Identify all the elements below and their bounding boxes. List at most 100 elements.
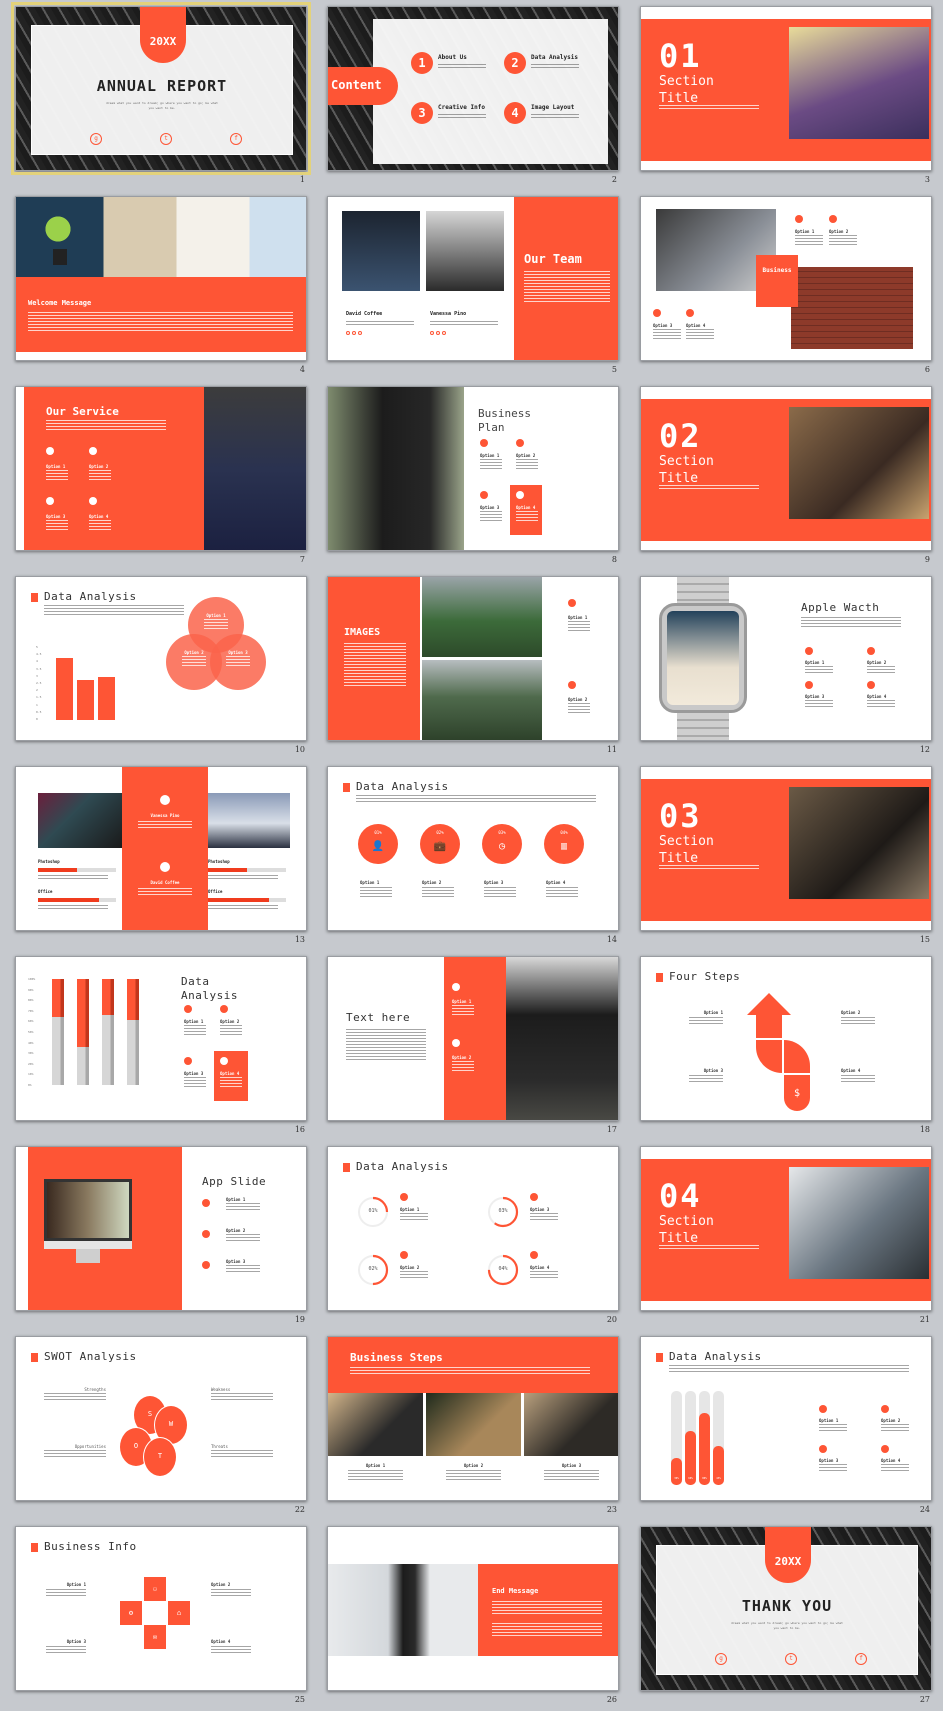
section-photo (789, 787, 929, 899)
photo-brick (791, 267, 913, 349)
slide-thumbnail-11[interactable]: IMAGES Option 1 Option 2 11 (327, 576, 619, 766)
slide-thumbnail-24[interactable]: Data Analysis 30% 60% 80% 43% Option 1 Option … (640, 1336, 932, 1526)
slide-thumbnail-25[interactable]: Business Info ⚇ ⚙ ⌂ ✉ Option 1 Option 2 Option … (15, 1526, 307, 1711)
slide-canvas[interactable]: Data Analysis 30% 60% 80% 43% Option 1 Option … (640, 1336, 932, 1501)
facebook-icon[interactable]: f (230, 133, 242, 145)
slide-canvas[interactable]: Business Info ⚇ ⚙ ⌂ ✉ Option 1 Option 2 Option … (15, 1526, 307, 1691)
body-text (530, 1213, 558, 1222)
four-steps-diagram: $ (747, 993, 810, 1111)
slide-thumbnail-16[interactable]: 0% 10% 20% 30% 40% 50% 60% 70% 80% 90% 100% Data An… (15, 956, 307, 1146)
slide-thumbnail-18[interactable]: Four Steps $ Option 1 Option 2 Option 3 Opti… (640, 956, 932, 1146)
slide-canvas[interactable]: Data Analysis 01% Option 1 03% Option 3 02… (327, 1146, 619, 1311)
option-label: Option 2 (568, 697, 588, 702)
ring-label: 01% (368, 1208, 378, 1214)
twitter-icon[interactable]: t (160, 133, 172, 145)
slide-thumbnail-26[interactable]: End Message 26 (327, 1526, 619, 1711)
body-text (360, 887, 392, 899)
slide-thumbnail-9[interactable]: 02 Section Title 9 (640, 386, 932, 576)
slide-canvas[interactable]: Content 1 About Us 2 Data Analysis 3 Creative … (327, 6, 619, 171)
slide-canvas[interactable]: SWOT Analysis S W O T Strengths Weakness Opport… (15, 1336, 307, 1501)
slide-canvas[interactable]: Welcome Message (15, 196, 307, 361)
slide-canvas[interactable]: Text here Option 1 Option 2 (327, 956, 619, 1121)
slide-canvas[interactable]: 20XX ANNUAL REPORT dream what you want to … (11, 2, 311, 175)
slide-canvas[interactable]: 01 Section Title (640, 6, 932, 171)
slide-canvas[interactable]: Four Steps $ Option 1 Option 2 Option 3 Opti… (640, 956, 932, 1121)
slide-thumbnail-1[interactable]: 20XX ANNUAL REPORT dream what you want to … (11, 2, 311, 196)
slide-thumbnail-12[interactable]: Apple Wacth Option 1 Option 2 Option 3 Optio… (640, 576, 932, 766)
body-text (492, 1623, 602, 1638)
skill-bar-track (208, 868, 286, 872)
skill-bar-track (38, 868, 116, 872)
social-icon[interactable] (436, 331, 440, 335)
slide-thumbnail-2[interactable]: Content 1 About Us 2 Data Analysis 3 Creative … (327, 6, 619, 196)
slide-thumbnail-19[interactable]: App Slide Option 1 Option 2 Option 3 19 (15, 1146, 307, 1336)
slide-thumbnail-3[interactable]: 01 Section Title 3 (640, 6, 932, 196)
photo-right (208, 793, 290, 848)
slide-canvas[interactable]: 04 Section Title (640, 1146, 932, 1311)
slide-canvas[interactable]: Business Plan Option 1 Option 2 Option 3 Opt… (327, 386, 619, 551)
slide-thumbnail-20[interactable]: Data Analysis 01% Option 1 03% Option 3 02… (327, 1146, 619, 1336)
slide-canvas[interactable]: End Message (327, 1526, 619, 1691)
slide-thumbnail-6[interactable]: Business Option 1 Option 2 Option 3 Option 4… (640, 196, 932, 386)
y-tick-label: 0.5 (36, 709, 42, 714)
slide-canvas[interactable]: Business Option 1 Option 2 Option 3 Option 4 (640, 196, 932, 361)
step-bulb (756, 1040, 782, 1073)
social-icon[interactable] (352, 331, 356, 335)
option-label: Option 1 (805, 660, 825, 665)
slide-canvas[interactable]: Apple Wacth Option 1 Option 2 Option 3 Optio… (640, 576, 932, 741)
slide-thumbnail-4[interactable]: Welcome Message 4 (15, 196, 307, 386)
item-number-badge: 1 (411, 52, 433, 74)
body-text (446, 1470, 501, 1482)
body-text (689, 1017, 723, 1024)
slide-canvas[interactable]: IMAGES Option 1 Option 2 (327, 576, 619, 741)
social-icon[interactable] (358, 331, 362, 335)
slide-canvas[interactable]: 20XX THANK YOU dream what you want to drea… (640, 1526, 932, 1691)
skill-bar-track (208, 898, 286, 902)
slide-thumbnail-13[interactable]: Vanessa Pino David Coffee Photoshop Office P… (15, 766, 307, 956)
twitter-icon[interactable]: t (785, 1653, 797, 1665)
social-icon[interactable] (442, 331, 446, 335)
google-plus-icon[interactable]: g (715, 1653, 727, 1665)
slide-thumbnail-27[interactable]: 20XX THANK YOU dream what you want to drea… (640, 1526, 932, 1711)
slide-canvas[interactable]: 02 Section Title (640, 386, 932, 551)
slide-thumbnail-14[interactable]: Data Analysis 01% 👤 Option 1 02% 💼 Option 2 03%… (327, 766, 619, 956)
option-label: Option 1 (452, 999, 472, 1004)
slide-thumbnail-23[interactable]: Business Steps Option 1 Option 2 Option 3 23 (327, 1336, 619, 1526)
slide-thumbnail-8[interactable]: Business Plan Option 1 Option 2 Option 3 Opt… (327, 386, 619, 576)
slide-thumbnail-5[interactable]: Our Team David Coffee Vanessa Pino 5 (327, 196, 619, 386)
slide-number: 25 (294, 1695, 305, 1704)
slide-canvas[interactable]: Our Service Option 1 Option 2 Option 3 Optio… (15, 386, 307, 551)
body-text (226, 1234, 260, 1243)
google-plus-icon[interactable]: g (90, 133, 102, 145)
slide-thumbnail-22[interactable]: SWOT Analysis S W O T Strengths Weakness Opport… (15, 1336, 307, 1526)
slide-canvas[interactable]: Vanessa Pino David Coffee Photoshop Office P… (15, 766, 307, 931)
slide-thumbnail-17[interactable]: Text here Option 1 Option 2 17 (327, 956, 619, 1146)
slide-canvas[interactable]: Data Analysis 01% 👤 Option 1 02% 💼 Option 2 03%… (327, 766, 619, 931)
bar-accent-segment (77, 979, 89, 1047)
slide-canvas[interactable]: Business Steps Option 1 Option 2 Option 3 (327, 1336, 619, 1501)
option-icon (46, 497, 54, 505)
body-text (422, 887, 454, 899)
slide-thumbnail-10[interactable]: Data Analysis 0 0.5 1 1.5 2 2.5 3 3.5 4 4.5 5 Option… (15, 576, 307, 766)
slide-canvas[interactable]: App Slide Option 1 Option 2 Option 3 (15, 1146, 307, 1311)
social-icon[interactable] (346, 331, 350, 335)
skill-bar-track (38, 898, 116, 902)
option-label: Option 2 (867, 660, 887, 665)
business-title: Business (762, 267, 792, 274)
stat-circle: 04% ▥ (544, 824, 584, 864)
option-icon (805, 647, 813, 655)
slide-canvas[interactable]: Our Team David Coffee Vanessa Pino (327, 196, 619, 361)
slide-thumbnail-21[interactable]: 04 Section Title 21 (640, 1146, 932, 1336)
slide-thumbnail-7[interactable]: Our Service Option 1 Option 2 Option 3 Optio… (15, 386, 307, 576)
slide-canvas[interactable]: 0% 10% 20% 30% 40% 50% 60% 70% 80% 90% 100% Data An… (15, 956, 307, 1121)
slide-canvas[interactable]: Data Analysis 0 0.5 1 1.5 2 2.5 3 3.5 4 4.5 5 Option… (15, 576, 307, 741)
option-icon (867, 681, 875, 689)
content-item-label: Creative Info (438, 104, 485, 111)
slide-thumbnail-15[interactable]: 03 Section Title 15 (640, 766, 932, 956)
slide-canvas[interactable]: 03 Section Title (640, 766, 932, 931)
item-number: 3 (418, 106, 426, 120)
social-icon[interactable] (430, 331, 434, 335)
facebook-icon[interactable]: f (855, 1653, 867, 1665)
slide-number: 13 (294, 935, 305, 944)
skill-bar-fill (38, 898, 99, 902)
